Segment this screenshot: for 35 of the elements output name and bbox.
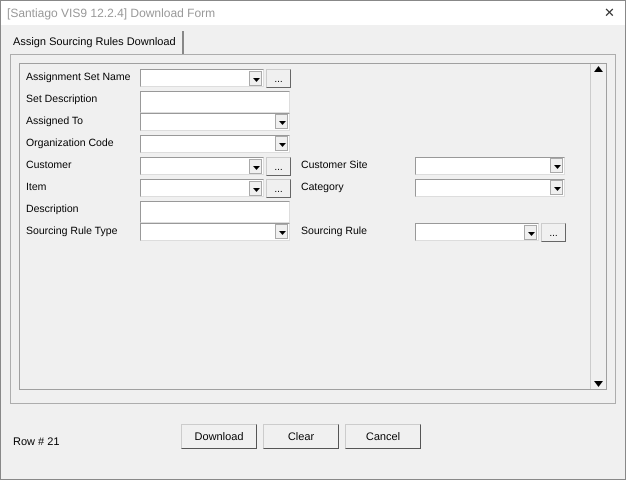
scrollbar[interactable] — [590, 64, 606, 388]
field-label: Organization Code — [26, 136, 115, 150]
dropdown-field[interactable] — [140, 134, 290, 152]
lookup-button[interactable]: ... — [541, 222, 566, 242]
close-button[interactable]: ✕ — [604, 3, 615, 23]
form-button[interactable]: Clear — [263, 424, 339, 450]
field-label: Customer — [26, 158, 73, 172]
text-field[interactable] — [140, 200, 290, 222]
form-button[interactable]: Download — [181, 424, 257, 450]
lookup-button[interactable]: ... — [266, 68, 291, 88]
dropdown-field[interactable] — [415, 156, 565, 174]
field-label: Customer Site — [301, 158, 369, 172]
dropdown-field[interactable] — [140, 157, 264, 175]
window-title: [Santiago VIS9 12.2.4] Download Form — [7, 5, 216, 22]
field-label: Assignment Set Name — [26, 70, 132, 84]
field-label: Category — [301, 180, 345, 194]
dropdown-field[interactable] — [140, 179, 264, 197]
field-label: Sourcing Rule — [301, 224, 368, 238]
field-label: Sourcing Rule Type — [26, 224, 118, 238]
dropdown-field[interactable] — [140, 112, 290, 130]
lookup-button[interactable]: ... — [266, 156, 291, 176]
field-label: Description — [26, 202, 80, 216]
dropdown-field[interactable] — [140, 69, 264, 87]
scroll-up-icon[interactable] — [594, 66, 603, 72]
row-count: Row # 21 — [13, 434, 60, 450]
dropdown-field[interactable] — [140, 222, 290, 240]
dropdown-field[interactable] — [415, 223, 539, 241]
field-label: Item — [26, 180, 48, 194]
text-field[interactable] — [140, 90, 290, 112]
form-button[interactable]: Cancel — [345, 424, 421, 450]
scroll-down-icon[interactable] — [594, 380, 603, 386]
field-label: Set Description — [26, 92, 98, 106]
field-label: Assigned To — [26, 114, 84, 128]
lookup-button[interactable]: ... — [266, 178, 291, 198]
dropdown-field[interactable] — [415, 178, 565, 196]
